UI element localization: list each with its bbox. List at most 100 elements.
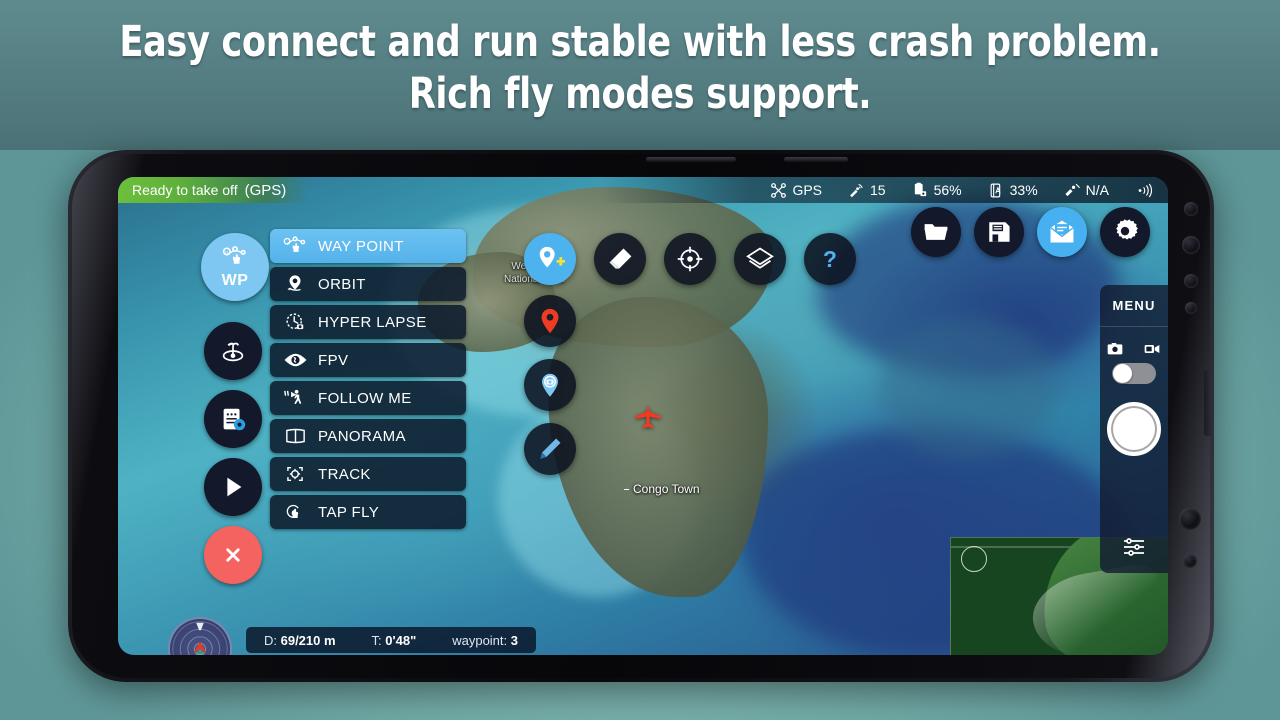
top-right-toolbar[interactable] bbox=[911, 207, 1150, 257]
thumb-surf bbox=[1026, 561, 1168, 655]
mode-item-orbit[interactable]: ORBIT bbox=[270, 267, 466, 301]
document-gear-icon bbox=[218, 404, 248, 434]
save-mission-button[interactable] bbox=[974, 207, 1024, 257]
aircraft-marker-icon bbox=[633, 402, 663, 432]
mode-label: WAY POINT bbox=[318, 237, 404, 255]
waypoint-label: waypoint: bbox=[452, 632, 508, 648]
mode-label: ORBIT bbox=[318, 275, 366, 293]
map-deep-water bbox=[878, 317, 1058, 457]
return-home-icon bbox=[218, 336, 248, 366]
waypoint-icon: H bbox=[220, 245, 250, 271]
aircraft-battery-value: 33% bbox=[1009, 182, 1038, 198]
mode-item-fpv[interactable]: FPV bbox=[270, 343, 466, 377]
mode-item-follow-me[interactable]: FOLLOW ME bbox=[270, 381, 466, 415]
flash-led-dot bbox=[1183, 554, 1197, 568]
shutter-button[interactable] bbox=[1107, 402, 1161, 456]
power-button[interactable] bbox=[1204, 370, 1212, 436]
close-x-icon bbox=[219, 541, 247, 569]
camera-mode-row[interactable] bbox=[1107, 341, 1161, 357]
wp-badge-label: WP bbox=[221, 271, 249, 289]
ready-text: Ready to take off bbox=[132, 182, 238, 198]
toggle-knob bbox=[1113, 364, 1132, 383]
distance-value: 69/210 m bbox=[280, 632, 336, 648]
rtk-value: N/A bbox=[1085, 182, 1109, 198]
waypoint-icon bbox=[278, 233, 312, 259]
stop-mission-button[interactable] bbox=[204, 526, 262, 584]
mode-item-hyper-lapse[interactable]: HYPER LAPSE bbox=[270, 305, 466, 339]
mode-label: HYPER LAPSE bbox=[318, 313, 427, 331]
status-aircraft-battery[interactable]: 33% bbox=[988, 182, 1038, 199]
front-camera-dot bbox=[1184, 202, 1198, 216]
fpv-eye-icon bbox=[278, 347, 312, 373]
time-label: T: bbox=[371, 632, 382, 648]
satellite-count: 15 bbox=[870, 182, 886, 198]
tap-fly-icon bbox=[278, 499, 312, 525]
phone-screen: West Side National Park Congo Town Ready… bbox=[118, 177, 1168, 655]
sensor-slot bbox=[784, 157, 848, 162]
mail-button[interactable] bbox=[1037, 207, 1087, 257]
mode-item-way-point[interactable]: WAY POINT bbox=[270, 229, 466, 263]
mode-label: TAP FLY bbox=[318, 503, 380, 521]
satellite-dish-icon bbox=[848, 182, 865, 199]
photo-video-toggle[interactable] bbox=[1112, 363, 1156, 384]
center-target-button[interactable] bbox=[664, 233, 716, 285]
video-camera-icon[interactable] bbox=[1143, 341, 1161, 357]
drone-propeller-icon bbox=[770, 182, 787, 199]
promo-banner: Easy connect and run stable with less cr… bbox=[0, 0, 1280, 720]
mission-settings-button[interactable] bbox=[204, 390, 262, 448]
remote-battery-value: 56% bbox=[933, 182, 962, 198]
menu-tab[interactable]: MENU bbox=[1100, 285, 1168, 327]
photo-point-button[interactable] bbox=[524, 359, 576, 411]
play-icon bbox=[218, 472, 248, 502]
thumb-record-badge bbox=[961, 546, 987, 572]
return-home-button[interactable] bbox=[204, 322, 262, 380]
rear-camera-dot bbox=[1179, 508, 1201, 530]
flight-mode-menu[interactable]: WAY POINT ORBIT HYPER LAPSE FPV FOLLOW M… bbox=[270, 229, 466, 529]
headline-line-2: Rich fly modes support. bbox=[408, 69, 872, 119]
promo-headline: Easy connect and run stable with less cr… bbox=[115, 16, 1165, 120]
time-field: T: 0'48" bbox=[372, 633, 417, 648]
orbit-icon bbox=[278, 271, 312, 297]
map-toolbar[interactable]: ? bbox=[524, 233, 856, 285]
telemetry-primary: D: 69/210 m T: 0'48" waypoint: 3 bbox=[246, 627, 536, 653]
waypoint-value: 3 bbox=[510, 632, 518, 648]
erase-button[interactable] bbox=[594, 233, 646, 285]
mode-label: FOLLOW ME bbox=[318, 389, 412, 407]
help-button[interactable]: ? bbox=[804, 233, 856, 285]
settings-button[interactable] bbox=[1100, 207, 1150, 257]
draw-route-button[interactable] bbox=[524, 423, 576, 475]
status-remote-battery[interactable]: 56% bbox=[912, 182, 962, 199]
sliders-icon[interactable] bbox=[1122, 535, 1146, 559]
map-layers-button[interactable] bbox=[734, 233, 786, 285]
waypoint-field: waypoint: 3 bbox=[452, 633, 518, 648]
status-signal[interactable] bbox=[1135, 182, 1153, 199]
iris-scanner-dot bbox=[1182, 236, 1200, 254]
add-waypoint-button[interactable] bbox=[524, 233, 576, 285]
follow-me-icon bbox=[278, 385, 312, 411]
light-sensor-dot bbox=[1185, 302, 1197, 314]
start-mission-button[interactable] bbox=[204, 458, 262, 516]
aircraft-battery-icon bbox=[988, 182, 1005, 199]
camera-control-panel[interactable]: MENU bbox=[1100, 285, 1168, 573]
status-gps[interactable]: GPS bbox=[770, 182, 822, 199]
panorama-icon bbox=[278, 423, 312, 449]
mode-label: TRACK bbox=[318, 465, 371, 483]
proximity-sensor-dot bbox=[1184, 274, 1198, 288]
flight-status-banner: Ready to take off (GPS) bbox=[118, 177, 309, 203]
waypoint-mode-button[interactable]: H WP bbox=[201, 233, 269, 301]
home-point-button[interactable] bbox=[524, 295, 576, 347]
hyperlapse-icon bbox=[278, 309, 312, 335]
status-rtk[interactable]: N/A bbox=[1064, 182, 1109, 199]
mode-item-tap-fly[interactable]: TAP FLY bbox=[270, 495, 466, 529]
mode-item-track[interactable]: TRACK bbox=[270, 457, 466, 491]
gps-label: GPS bbox=[792, 182, 823, 198]
open-mission-button[interactable] bbox=[911, 207, 961, 257]
mode-label: FPV bbox=[318, 351, 349, 369]
map-tools-column[interactable] bbox=[524, 295, 576, 475]
mode-item-panorama[interactable]: PANORAMA bbox=[270, 419, 466, 453]
status-bar: Ready to take off (GPS) GPS 15 56% 33% N… bbox=[118, 177, 1168, 203]
status-satellites[interactable]: 15 bbox=[848, 182, 886, 199]
photo-camera-icon[interactable] bbox=[1107, 341, 1123, 357]
distance-label: D: bbox=[263, 632, 277, 648]
earpiece-speaker bbox=[646, 157, 736, 162]
